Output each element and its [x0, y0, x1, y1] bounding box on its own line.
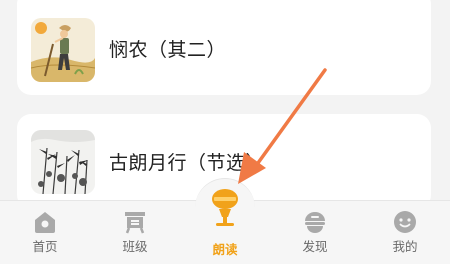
class-icon [125, 212, 145, 234]
poem-thumbnail-bamboo [31, 130, 95, 194]
tab-label: 首页 [32, 239, 58, 254]
tab-class[interactable]: 班级 [90, 201, 180, 264]
poem-title: 古朗月行（节选） [109, 152, 266, 174]
microphone-icon[interactable] [205, 186, 245, 230]
tab-label: 班级 [122, 239, 148, 254]
tab-profile[interactable]: 我的 [360, 201, 450, 264]
home-icon [35, 212, 55, 233]
tab-label: 朗读 [212, 242, 238, 257]
poem-card-minnong[interactable]: 悯农（其二） [17, 0, 431, 95]
tab-label: 发现 [302, 239, 328, 254]
poem-thumbnail-farmer [31, 18, 95, 82]
tab-label: 我的 [392, 239, 418, 254]
tab-home[interactable]: 首页 [0, 201, 90, 264]
profile-icon [394, 211, 416, 233]
tab-discover[interactable]: 发现 [270, 201, 360, 264]
discover-icon [305, 212, 325, 233]
poem-title: 悯农（其二） [109, 39, 227, 61]
